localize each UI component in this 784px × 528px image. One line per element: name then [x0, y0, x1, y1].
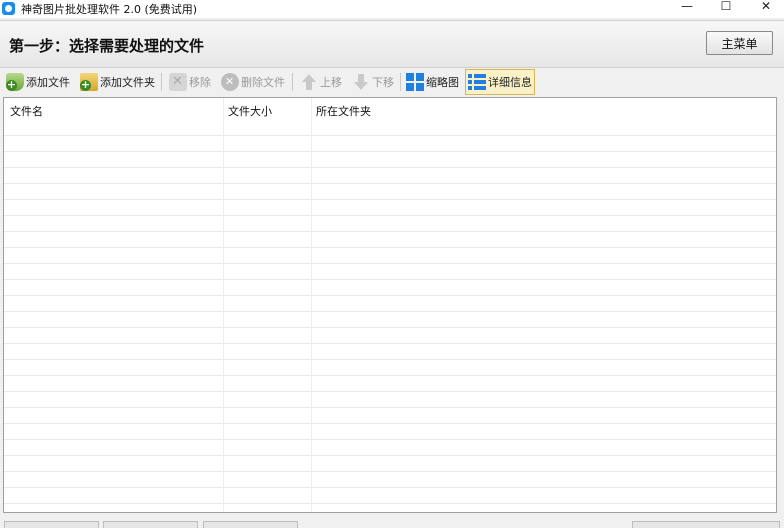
column-divider: [311, 98, 312, 512]
move-up-button[interactable]: 上移: [300, 70, 342, 94]
remove-label: 移除: [189, 76, 211, 89]
add-folder-icon: [80, 73, 98, 91]
delete-file-label: 删除文件: [241, 76, 285, 89]
move-up-label: 上移: [320, 76, 342, 89]
arrow-up-icon: [300, 73, 318, 91]
step-header: 第一步：选择需要处理的文件 主菜单: [0, 20, 784, 68]
toolbar-divider: [161, 73, 162, 91]
add-folder-button[interactable]: 添加文件夹: [80, 70, 155, 94]
column-header-filesize[interactable]: 文件大小: [228, 103, 272, 119]
grid-icon: [406, 73, 424, 91]
details-view-label: 详细信息: [488, 76, 532, 89]
toolbar-divider: [292, 73, 293, 91]
app-logo-icon: [2, 2, 15, 15]
bottom-tab[interactable]: [632, 521, 780, 528]
minimize-button[interactable]: —: [667, 0, 707, 16]
title-bar: 神奇图片批处理软件 2.0 (免费试用) — ☐ ✕: [0, 0, 784, 18]
column-header-filename[interactable]: 文件名: [10, 103, 43, 119]
bottom-bar: [0, 516, 784, 528]
move-down-label: 下移: [372, 76, 394, 89]
add-file-label: 添加文件: [26, 76, 70, 89]
file-list[interactable]: 文件名 文件大小 所在文件夹: [3, 97, 777, 513]
window-title: 神奇图片批处理软件 2.0 (免费试用): [21, 3, 198, 16]
delete-icon: [221, 73, 239, 91]
add-folder-label: 添加文件夹: [100, 76, 155, 89]
delete-file-button[interactable]: 删除文件: [221, 70, 285, 94]
add-file-icon: [6, 73, 24, 91]
bottom-tab[interactable]: [4, 521, 99, 528]
list-icon: [468, 73, 486, 91]
maximize-button[interactable]: ☐: [706, 0, 746, 16]
arrow-down-icon: [352, 73, 370, 91]
step-title: 第一步：选择需要处理的文件: [9, 37, 205, 55]
move-down-button[interactable]: 下移: [352, 70, 394, 94]
column-header-folder[interactable]: 所在文件夹: [316, 103, 371, 119]
thumbnail-view-label: 缩略图: [426, 76, 459, 89]
remove-button[interactable]: 移除: [169, 70, 211, 94]
close-button[interactable]: ✕: [746, 0, 784, 16]
remove-icon: [169, 73, 187, 91]
thumbnail-view-button[interactable]: 缩略图: [406, 70, 459, 94]
column-divider: [223, 98, 224, 512]
add-file-button[interactable]: 添加文件: [6, 70, 70, 94]
toolbar: 添加文件 添加文件夹 移除 删除文件 上移 下移 缩略图 详细信息: [2, 68, 778, 96]
toolbar-divider: [400, 73, 401, 91]
bottom-tab[interactable]: [103, 521, 198, 528]
details-view-button[interactable]: 详细信息: [465, 69, 535, 95]
file-list-rows: [4, 120, 776, 512]
bottom-tab[interactable]: [203, 521, 298, 528]
main-menu-button[interactable]: 主菜单: [706, 31, 773, 55]
